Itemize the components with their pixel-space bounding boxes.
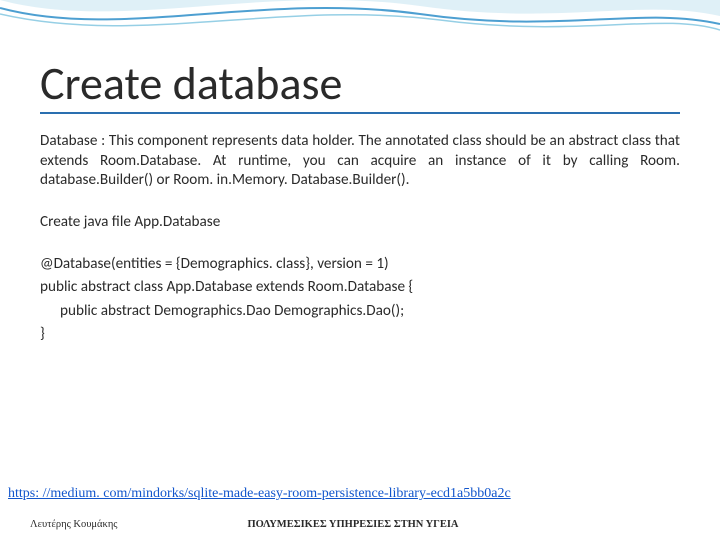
slide-content: Create database Database : This componen… [40,60,680,347]
code-snippet: @Database(entities = {Demographics. clas… [40,253,680,347]
slide-footer: Λευτέρης Κουμάκης ΠΟΛΥΜΕΣΙΚΕΣ ΥΠΗΡΕΣΙΕΣ … [30,519,690,530]
footer-author: Λευτέρης Κουμάκης [30,519,117,530]
code-line: } [40,323,680,347]
presentation-slide: Create database Database : This componen… [0,0,720,540]
decorative-wave [0,0,720,60]
code-line: @Database(entities = {Demographics. clas… [40,253,680,277]
description-paragraph: Database : This component represents dat… [40,132,680,190]
code-line: public abstract class App.Database exten… [40,276,680,300]
footer-course: ΠΟΛΥΜΕΣΙΚΕΣ ΥΠΗΡΕΣΙΕΣ ΣΤΗΝ ΥΓΕΙΑ [247,519,458,530]
instruction-line: Create java file App.Database [40,213,680,231]
reference-link[interactable]: https: //medium. com/mindorks/sqlite-mad… [8,486,511,502]
code-line: public abstract Demographics.Dao Demogra… [40,300,680,324]
slide-title: Create database [40,60,680,114]
